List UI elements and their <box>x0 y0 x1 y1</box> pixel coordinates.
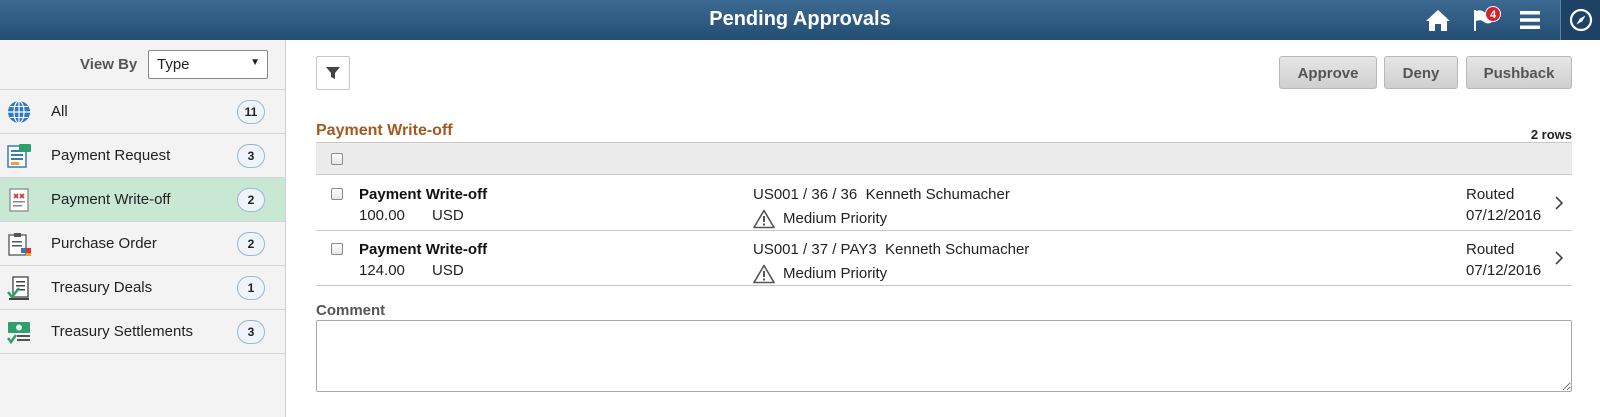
row-requester: Kenneth Schumacher <box>865 186 1010 203</box>
sidebar-item-label: Payment Request <box>51 147 171 164</box>
app-header: Pending Approvals 4 <box>0 0 1600 40</box>
approve-button[interactable]: Approve <box>1279 56 1377 89</box>
sidebar-item-purchase-order[interactable]: Purchase Order 2 <box>0 222 285 266</box>
sidebar-item-count: 3 <box>237 320 265 344</box>
chevron-right-icon[interactable] <box>1552 193 1566 213</box>
rows-count: 2 rows <box>1530 127 1572 142</box>
deny-button[interactable]: Deny <box>1384 56 1458 89</box>
warning-icon <box>753 264 775 284</box>
menu-icon <box>1520 11 1540 29</box>
chevron-right-icon[interactable] <box>1552 248 1566 268</box>
warning-icon <box>753 209 775 229</box>
row-title: Payment Write-off <box>359 186 488 203</box>
row-currency: USD <box>432 262 464 279</box>
page-title: Pending Approvals <box>709 8 891 30</box>
row-checkbox[interactable] <box>331 188 343 200</box>
row-id: US001 / 37 / PAY3 <box>753 241 877 258</box>
row-amount: 124.00 <box>359 262 405 279</box>
row-status: Routed <box>1466 186 1515 203</box>
table-row[interactable]: Payment Write-off 100.00 USD US001 / 36 … <box>316 176 1572 231</box>
row-id: US001 / 36 / 36 <box>753 186 858 203</box>
payment-write-off-icon <box>9 188 29 212</box>
purchase-order-icon <box>8 233 31 256</box>
sidebar: View By Type ▼ All 11 Payment Request 3 <box>0 40 286 417</box>
filter-button[interactable] <box>316 56 350 90</box>
row-requester: Kenneth Schumacher <box>885 241 1030 258</box>
sidebar-item-count: 1 <box>237 276 265 300</box>
view-by-selected-value: Type <box>157 56 190 73</box>
home-button[interactable] <box>1418 0 1458 40</box>
sidebar-item-all[interactable]: All 11 <box>0 90 285 134</box>
sidebar-item-label: Treasury Deals <box>51 279 153 296</box>
sidebar-item-count: 2 <box>237 188 265 212</box>
row-status: Routed <box>1466 241 1515 258</box>
sidebar-item-count: 2 <box>237 232 265 256</box>
table-row[interactable]: Payment Write-off 124.00 USD US001 / 37 … <box>316 231 1572 286</box>
notifications-button[interactable]: 4 <box>1463 0 1503 40</box>
row-currency: USD <box>432 207 464 224</box>
sidebar-item-label: Purchase Order <box>51 235 157 252</box>
row-id-requester: US001 / 36 / 36 Kenneth Schumacher <box>753 186 1010 203</box>
row-checkbox[interactable] <box>331 243 343 255</box>
row-amount: 100.00 <box>359 207 405 224</box>
globe-icon <box>8 100 30 124</box>
navbar-compass-icon <box>1569 8 1592 32</box>
sidebar-item-label: All <box>51 103 68 120</box>
actions-menu-button[interactable] <box>1510 0 1550 40</box>
view-by-select[interactable]: Type ▼ <box>148 50 268 79</box>
view-by-label: View By <box>80 56 138 73</box>
treasury-deals-icon <box>7 276 29 300</box>
treasury-settlements-icon <box>7 322 30 345</box>
sidebar-item-treasury-deals[interactable]: Treasury Deals 1 <box>0 266 285 310</box>
sidebar-item-treasury-settlements[interactable]: Treasury Settlements 3 <box>0 310 285 354</box>
home-icon <box>1426 10 1450 31</box>
comment-label: Comment <box>316 302 386 319</box>
row-date: 07/12/2016 <box>1466 262 1542 279</box>
row-date: 07/12/2016 <box>1466 207 1542 224</box>
filter-icon <box>326 67 340 79</box>
pushback-button[interactable]: Pushback <box>1466 56 1572 89</box>
select-all-checkbox[interactable] <box>331 153 343 165</box>
comment-textarea[interactable] <box>316 320 1572 392</box>
view-by-bar: View By Type ▼ <box>0 40 285 90</box>
row-title: Payment Write-off <box>359 241 488 258</box>
dropdown-arrow-icon: ▼ <box>250 57 260 68</box>
grid-title: Payment Write-off <box>316 122 453 139</box>
row-priority: Medium Priority <box>783 265 888 282</box>
sidebar-item-count: 3 <box>237 144 265 168</box>
sidebar-item-payment-write-off[interactable]: Payment Write-off 2 <box>0 178 285 222</box>
sidebar-item-label: Treasury Settlements <box>51 323 193 340</box>
row-id-requester: US001 / 37 / PAY3 Kenneth Schumacher <box>753 241 1029 258</box>
row-priority: Medium Priority <box>783 210 888 227</box>
sidebar-item-payment-request[interactable]: Payment Request 3 <box>0 134 285 178</box>
payment-request-icon <box>7 144 31 168</box>
sidebar-item-count: 11 <box>237 100 265 124</box>
grid-header <box>316 142 1572 175</box>
notification-count-badge: 4 <box>1485 6 1501 22</box>
sidebar-item-label: Payment Write-off <box>51 191 171 208</box>
navbar-button[interactable] <box>1560 0 1600 40</box>
